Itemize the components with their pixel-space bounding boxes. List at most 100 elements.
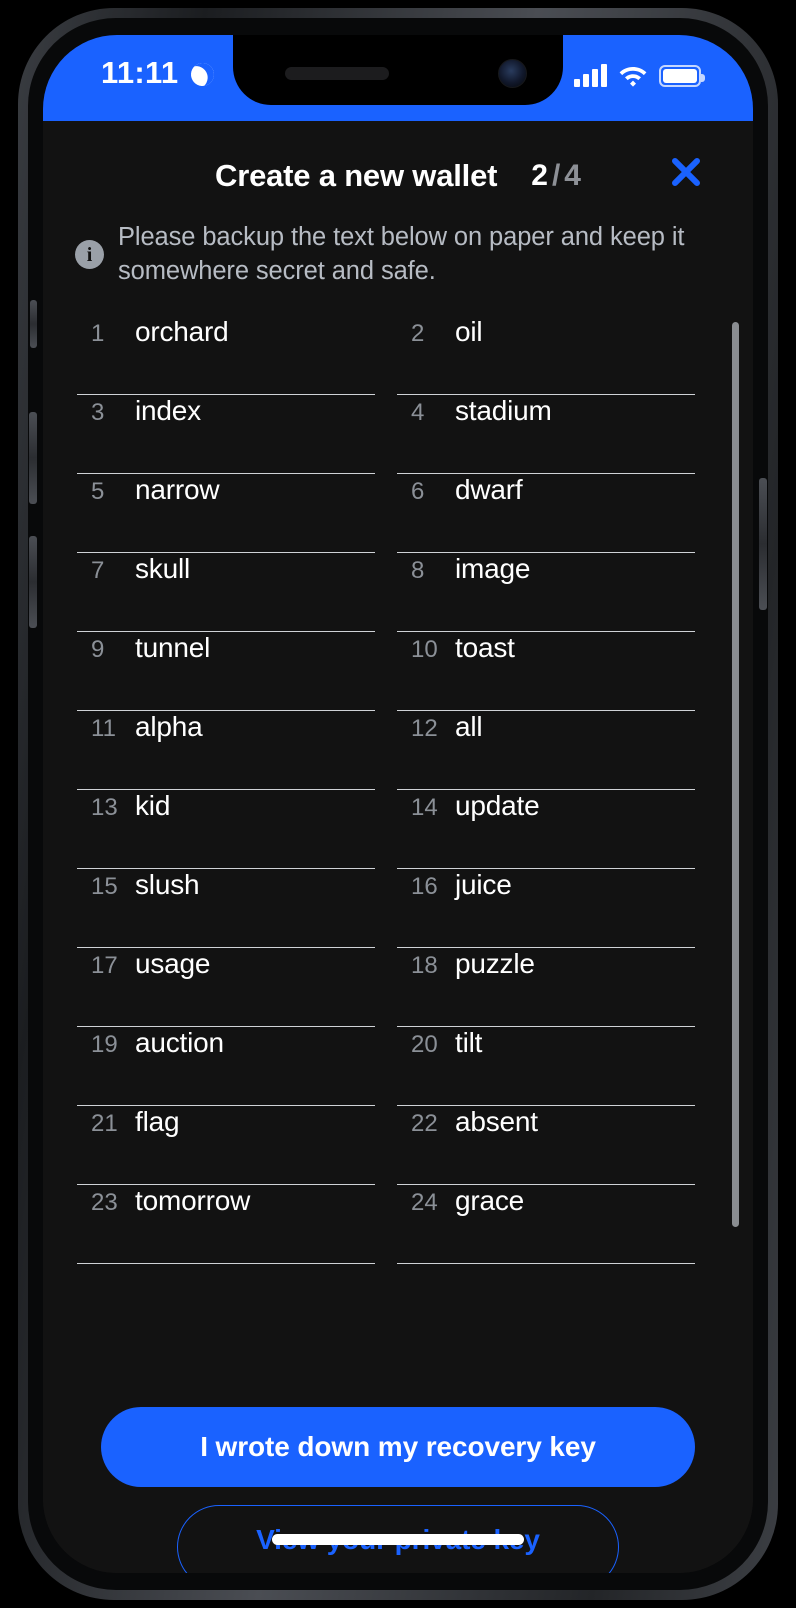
mnemonic-word-text: narrow — [135, 474, 220, 506]
mnemonic-word-index: 14 — [411, 794, 438, 822]
mnemonic-word-text: image — [455, 553, 531, 585]
wifi-icon — [619, 67, 647, 87]
mnemonic-word-cell: 12 all — [397, 711, 695, 791]
mnemonic-word-cell: 6 dwarf — [397, 474, 695, 554]
mnemonic-word-text: stadium — [455, 395, 552, 427]
home-indicator[interactable] — [272, 1534, 524, 1545]
scrollbar-thumb[interactable] — [732, 322, 739, 1228]
mnemonic-word-index: 4 — [411, 399, 425, 427]
mnemonic-word-index: 10 — [411, 636, 438, 664]
phone-screen: 11:11 Create a new wallet 2 / 4 i Please… — [43, 35, 753, 1573]
mnemonic-word-cell: 16 juice — [397, 869, 695, 949]
mnemonic-word-index: 16 — [411, 873, 438, 901]
mnemonic-word-cell: 17 usage — [77, 948, 375, 1028]
info-icon: i — [75, 240, 104, 270]
mnemonic-word-index: 2 — [411, 320, 425, 348]
mnemonic-word-cell: 18 puzzle — [397, 948, 695, 1028]
modal-header: Create a new wallet 2/4 — [43, 121, 753, 213]
mnemonic-word-cell: 20 tilt — [397, 1027, 695, 1107]
scrollbar[interactable] — [732, 322, 739, 1252]
moon-icon — [188, 60, 217, 89]
mnemonic-word-cell: 24 grace — [397, 1185, 695, 1265]
mnemonic-word-cell: 7 skull — [77, 553, 375, 633]
step-total: 4 — [564, 159, 581, 192]
mnemonic-word-index: 20 — [411, 1031, 438, 1059]
mnemonic-word-index: 21 — [91, 1110, 118, 1138]
mnemonic-word-cell: 23 tomorrow — [77, 1185, 375, 1265]
close-icon — [672, 158, 700, 186]
mnemonic-word-cell: 15 slush — [77, 869, 375, 949]
mnemonic-word-cell: 14 update — [397, 790, 695, 870]
mnemonic-word-cell: 2 oil — [397, 316, 695, 396]
mnemonic-word-index: 18 — [411, 952, 438, 980]
wrote-down-recovery-key-button[interactable]: I wrote down my recovery key — [101, 1407, 695, 1487]
mnemonic-word-text: update — [455, 790, 540, 822]
mnemonic-word-text: juice — [455, 869, 512, 901]
volume-down-button[interactable] — [29, 536, 37, 628]
mnemonic-word-text: puzzle — [455, 948, 535, 980]
mnemonic-word-index: 9 — [91, 636, 105, 664]
mnemonic-word-cell: 22 absent — [397, 1106, 695, 1186]
mnemonic-word-index: 7 — [91, 557, 105, 585]
close-button[interactable] — [665, 151, 707, 193]
mnemonic-word-text: usage — [135, 948, 211, 980]
app-content: Create a new wallet 2/4 i Please backup … — [43, 121, 753, 1573]
mnemonic-word-index: 3 — [91, 399, 105, 427]
mnemonic-scroll-area[interactable]: 1 orchard 2 oil 3 index 4 stadium 5 narrow 6 dwarf 7… — [43, 316, 753, 1266]
notch — [233, 35, 563, 105]
mnemonic-word-text: flag — [135, 1106, 180, 1138]
battery-full-icon — [659, 65, 705, 87]
mnemonic-word-text: auction — [135, 1027, 224, 1059]
phone-bezel: 11:11 Create a new wallet 2 / 4 i Please… — [28, 18, 768, 1590]
step-current: 2 — [531, 159, 548, 192]
mnemonic-word-text: absent — [455, 1106, 538, 1138]
mnemonic-word-cell: 8 image — [397, 553, 695, 633]
mnemonic-word-text: kid — [135, 790, 171, 822]
mnemonic-word-text: all — [455, 711, 483, 743]
mnemonic-word-text: slush — [135, 869, 200, 901]
info-banner: i Please backup the text below on paper … — [43, 213, 753, 288]
mnemonic-word-cell: 5 narrow — [77, 474, 375, 554]
mnemonic-word-text: index — [135, 395, 201, 427]
mnemonic-word-index: 6 — [411, 478, 425, 506]
mnemonic-word-text: toast — [455, 632, 515, 664]
mnemonic-word-cell: 3 index — [77, 395, 375, 475]
mnemonic-word-text: tomorrow — [135, 1185, 251, 1217]
volume-up-button[interactable] — [29, 412, 37, 504]
step-separator: / — [551, 159, 561, 192]
mnemonic-word-text: oil — [455, 316, 483, 348]
mute-switch[interactable] — [30, 300, 37, 348]
phone-frame: 11:11 Create a new wallet 2 / 4 i Please… — [18, 8, 778, 1600]
mnemonic-word-text: skull — [135, 553, 191, 585]
info-text: Please backup the text below on paper an… — [118, 223, 685, 285]
mnemonic-word-index: 22 — [411, 1110, 438, 1138]
front-camera-icon — [498, 59, 527, 88]
mnemonic-word-index: 24 — [411, 1189, 438, 1217]
power-button[interactable] — [759, 478, 767, 610]
mnemonic-word-text: dwarf — [455, 474, 523, 506]
mnemonic-word-cell: 1 orchard — [77, 316, 375, 396]
step-indicator: 2/4 — [531, 159, 581, 193]
mnemonic-word-cell: 9 tunnel — [77, 632, 375, 712]
status-time: 11:11 — [101, 55, 179, 90]
mnemonic-word-text: tilt — [455, 1027, 483, 1059]
mnemonic-word-index: 15 — [91, 873, 118, 901]
mnemonic-word-index: 19 — [91, 1031, 118, 1059]
mnemonic-word-cell: 11 alpha — [77, 711, 375, 791]
mnemonic-word-index: 8 — [411, 557, 425, 585]
mnemonic-word-cell: 10 toast — [397, 632, 695, 712]
earpiece-speaker — [285, 67, 389, 80]
mnemonic-word-cell: 21 flag — [77, 1106, 375, 1186]
mnemonic-word-text: alpha — [135, 711, 203, 743]
mnemonic-word-grid: 1 orchard 2 oil 3 index 4 stadium 5 narrow 6 dwarf 7… — [43, 316, 753, 1265]
page-title: Create a new wallet — [215, 158, 498, 193]
mnemonic-word-index: 13 — [91, 794, 118, 822]
mnemonic-word-index: 12 — [411, 715, 438, 743]
mnemonic-word-cell: 19 auction — [77, 1027, 375, 1107]
mnemonic-word-text: orchard — [135, 316, 229, 348]
mnemonic-word-cell: 4 stadium — [397, 395, 695, 475]
mnemonic-word-index: 17 — [91, 952, 118, 980]
mnemonic-word-index: 1 — [91, 320, 105, 348]
signal-bars-icon — [574, 63, 607, 87]
mnemonic-word-text: grace — [455, 1185, 525, 1217]
